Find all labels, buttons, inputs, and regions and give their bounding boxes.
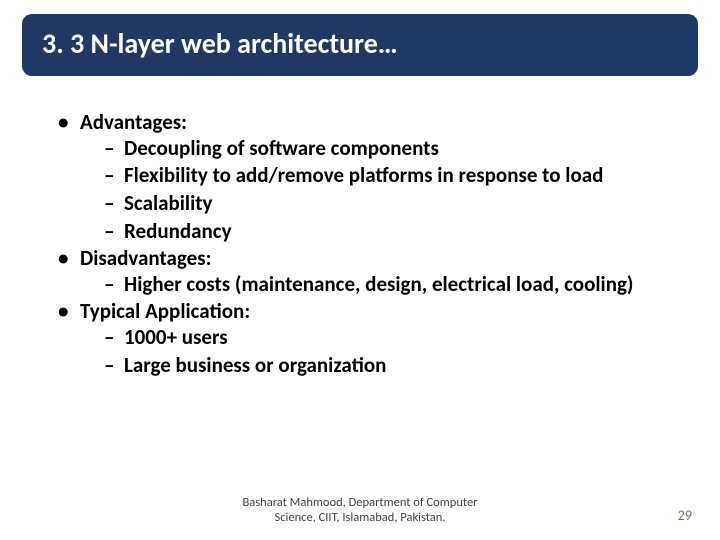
list-item-text: Scalability: [124, 190, 212, 216]
list-item-text: Flexibility to add/remove platforms in r…: [124, 162, 603, 188]
bullet-list: Advantages: Decoupling of software compo…: [58, 110, 688, 378]
list-item: Flexibility to add/remove platforms in r…: [104, 163, 688, 189]
sub-list: Higher costs (maintenance, design, elect…: [80, 272, 688, 298]
list-item: Redundancy: [104, 219, 688, 245]
slide-title: 3. 3 N-layer web architecture…: [22, 14, 698, 76]
footer-attribution: Basharat Mahmood, Department of Computer…: [230, 495, 490, 525]
slide: 3. 3 N-layer web architecture… Advantage…: [0, 0, 720, 540]
list-item-text: Redundancy: [124, 218, 232, 244]
list-item-text: Decoupling of software components: [124, 135, 439, 161]
slide-footer: Basharat Mahmood, Department of Computer…: [0, 495, 720, 526]
list-item-text: 1000+ users: [124, 324, 228, 350]
list-item: Disadvantages: Higher costs (maintenance…: [58, 246, 688, 297]
slide-content: Advantages: Decoupling of software compo…: [22, 76, 698, 378]
sub-list: 1000+ users Large business or organizati…: [80, 325, 688, 378]
list-item-label: Typical Application:: [80, 298, 250, 324]
list-item: Large business or organization: [104, 353, 688, 379]
list-item: Advantages: Decoupling of software compo…: [58, 110, 688, 244]
list-item: Typical Application: 1000+ users Large b…: [58, 299, 688, 378]
page-number: 29: [678, 507, 692, 524]
list-item: Decoupling of software components: [104, 136, 688, 162]
list-item: 1000+ users: [104, 325, 688, 351]
list-item-label: Advantages:: [80, 109, 187, 135]
sub-list: Decoupling of software components Flexib…: [80, 136, 688, 244]
list-item-text: Large business or organization: [124, 352, 386, 378]
list-item-label: Disadvantages:: [80, 245, 211, 271]
list-item-text: Higher costs (maintenance, design, elect…: [124, 271, 633, 297]
list-item: Scalability: [104, 191, 688, 217]
list-item: Higher costs (maintenance, design, elect…: [104, 272, 688, 298]
